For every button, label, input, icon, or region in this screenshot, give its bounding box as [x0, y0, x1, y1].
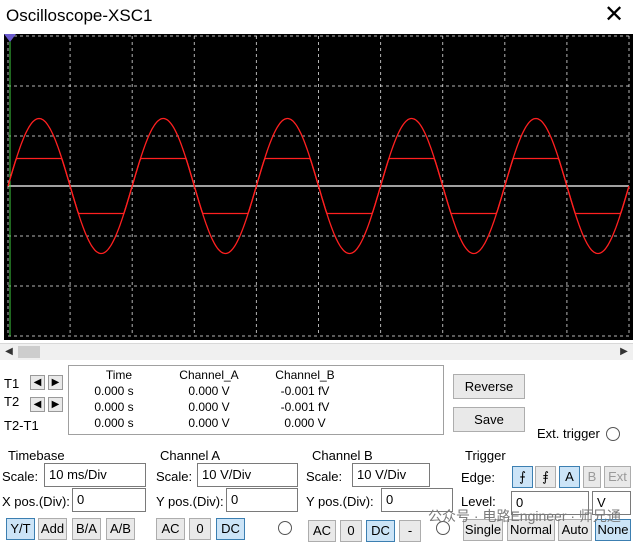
falling-edge-icon[interactable]: ⨎	[535, 466, 556, 488]
row3-channel-b: 0.000 V	[284, 416, 326, 430]
channel-a-ypos-label: Y pos.(Div):	[156, 494, 224, 509]
cursor-t2t1-label: T2-T1	[4, 418, 39, 433]
measurement-readout: Time Channel_A Channel_B 0.000 s 0.000 V…	[68, 365, 444, 435]
xpos-label: X pos.(Div):	[2, 494, 70, 509]
t1-left-arrow-icon[interactable]: ◀	[30, 375, 45, 390]
row2-time: 0.000 s	[94, 400, 134, 414]
close-icon[interactable]: ✕	[601, 2, 627, 28]
channel-a-dc-button[interactable]: DC	[216, 518, 245, 540]
channel-b-ypos-label: Y pos.(Div):	[306, 494, 374, 509]
watermark-text: 公众号 · 电路Engineer · 师兄通	[428, 508, 621, 524]
ext-trigger-radio[interactable]	[606, 427, 620, 441]
header-channel-b: Channel_B	[275, 368, 335, 382]
channel-a-title: Channel A	[160, 448, 220, 463]
channel-a-ac-button[interactable]: AC	[156, 518, 185, 540]
channel-a-scale-field[interactable]: 10 V/Div	[197, 463, 298, 487]
scroll-thumb[interactable]	[18, 346, 40, 358]
trigger-source-b-button[interactable]: B	[583, 466, 601, 488]
channel-b-title: Channel B	[312, 448, 373, 463]
row3-time: 0.000 s	[94, 416, 134, 430]
timebase-scale-field[interactable]: 10 ms/Div	[44, 463, 146, 487]
waveform-display	[4, 34, 630, 337]
channel-b-scale-field[interactable]: 10 V/Div	[352, 463, 430, 487]
channel-b-ac-button[interactable]: AC	[308, 520, 336, 542]
trigger-title: Trigger	[465, 448, 506, 463]
mode-add-button[interactable]: Add	[38, 518, 67, 540]
row1-channel-a: 0.000 V	[188, 384, 230, 398]
row2-channel-a: 0.000 V	[188, 400, 230, 414]
cursor-marker-icon	[4, 34, 16, 42]
row2-channel-b: -0.001 fV	[280, 400, 330, 414]
mode-yt-button[interactable]: Y/T	[6, 518, 35, 540]
t1-right-arrow-icon[interactable]: ▶	[48, 375, 63, 390]
xpos-field[interactable]: 0	[72, 488, 146, 512]
header-time: Time	[105, 368, 133, 382]
rising-edge-icon[interactable]: ⨍	[512, 466, 533, 488]
timebase-scale-label: Scale:	[2, 469, 39, 484]
trigger-edge-label: Edge:	[461, 470, 495, 485]
scroll-left-icon[interactable]: ◀	[3, 346, 15, 358]
reverse-button[interactable]: Reverse	[453, 374, 525, 399]
channel-b-minus-button[interactable]: -	[399, 520, 421, 542]
channel-b-dc-button[interactable]: DC	[366, 520, 395, 542]
horizontal-scrollbar[interactable]: ◀ ▶	[0, 343, 633, 360]
t2-left-arrow-icon[interactable]: ◀	[30, 397, 45, 412]
mode-ba-button[interactable]: B/A	[72, 518, 101, 540]
t2-right-arrow-icon[interactable]: ▶	[48, 397, 63, 412]
cursor-t1-label: T1	[4, 376, 20, 391]
save-button[interactable]: Save	[453, 407, 525, 432]
window-title: Oscilloscope-XSC1	[6, 6, 153, 25]
mode-ab-button[interactable]: A/B	[106, 518, 135, 540]
header-channel-a: Channel_A	[179, 368, 239, 382]
channel-a-radio[interactable]	[278, 521, 292, 535]
channel-b-zero-button[interactable]: 0	[340, 520, 362, 542]
row3-channel-a: 0.000 V	[188, 416, 230, 430]
scroll-right-icon[interactable]: ▶	[618, 346, 630, 358]
ext-trigger-label: Ext. trigger	[537, 426, 600, 441]
channel-a-ypos-field[interactable]: 0	[226, 488, 298, 512]
row1-time: 0.000 s	[94, 384, 134, 398]
title-bar: Oscilloscope-XSC1 ✕	[0, 0, 633, 34]
trigger-source-a-button[interactable]: A	[559, 466, 580, 488]
timebase-title: Timebase	[8, 448, 65, 463]
row1-channel-b: -0.001 fV	[280, 384, 330, 398]
cursor-t2-label: T2	[4, 394, 20, 409]
channel-a-scale-label: Scale:	[156, 469, 193, 484]
channel-b-scale-label: Scale:	[306, 469, 343, 484]
trigger-source-ext-button[interactable]: Ext	[604, 466, 631, 488]
oscilloscope-screen	[4, 34, 633, 340]
channel-a-zero-button[interactable]: 0	[189, 518, 211, 540]
